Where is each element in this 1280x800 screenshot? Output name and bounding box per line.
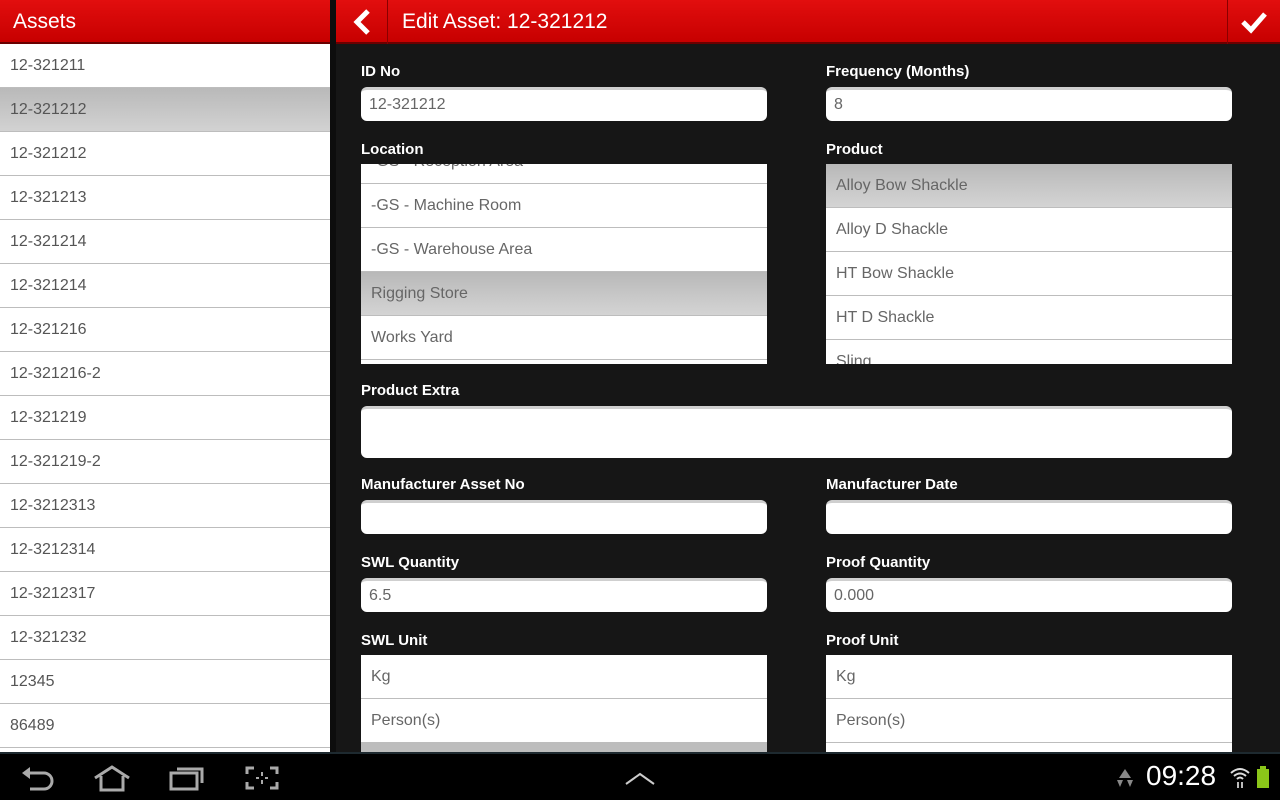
- screenshot-icon[interactable]: [242, 762, 282, 794]
- asset-list-item[interactable]: 12-321232: [0, 616, 330, 660]
- frequency-input[interactable]: 8: [826, 87, 1232, 121]
- battery-icon: [1257, 766, 1269, 788]
- frequency-label: Frequency (Months): [826, 63, 970, 80]
- asset-list-item[interactable]: 86489: [0, 704, 330, 748]
- product-extra-label: Product Extra: [361, 382, 460, 399]
- asset-list-item[interactable]: 12345: [0, 660, 330, 704]
- asset-list-item[interactable]: 12-3212314: [0, 528, 330, 572]
- swl-unit-list[interactable]: Kg Person(s): [361, 655, 767, 752]
- asset-list-item[interactable]: 12-3212313: [0, 484, 330, 528]
- swl-quantity-label: SWL Quantity: [361, 554, 460, 571]
- location-option[interactable]: Works Yard: [361, 316, 767, 360]
- save-button[interactable]: [1227, 0, 1280, 44]
- id-no-label: ID No: [361, 63, 401, 80]
- chevron-left-icon: [352, 9, 370, 35]
- product-list[interactable]: Alloy Bow Shackle Alloy D Shackle HT Bow S…: [826, 164, 1232, 364]
- proof-unit-option[interactable]: Person(s): [826, 699, 1232, 743]
- location-option[interactable]: -GS - Machine Room: [361, 184, 767, 228]
- proof-unit-option[interactable]: Kg: [826, 655, 1232, 699]
- assets-title: Assets: [0, 0, 330, 44]
- product-option[interactable]: Alloy D Shackle: [826, 208, 1232, 252]
- manufacturer-date-label: Manufacturer Date: [826, 476, 958, 493]
- swl-unit-label: SWL Unit: [361, 632, 428, 649]
- clock: 09:28: [1146, 760, 1217, 791]
- edit-header: Edit Asset: 12-321212: [336, 0, 1280, 44]
- assets-panel: Assets 12-321211 12-321212 12-321212 12-321…: [0, 0, 330, 752]
- wifi-icon: [1229, 766, 1251, 795]
- location-option[interactable]: -GS - Reception Area: [361, 164, 767, 184]
- asset-list-item[interactable]: 12-321219-2: [0, 440, 330, 484]
- proof-quantity-label: Proof Quantity: [826, 554, 931, 571]
- recycle-icon: [1114, 768, 1136, 793]
- asset-list-item[interactable]: 12-321216-2: [0, 352, 330, 396]
- asset-list-item[interactable]: 12-321214: [0, 220, 330, 264]
- swl-unit-option[interactable]: [361, 743, 767, 752]
- manufacturer-date-input[interactable]: [826, 500, 1232, 534]
- product-option[interactable]: Alloy Bow Shackle: [826, 164, 1232, 208]
- asset-list-item[interactable]: 12-321211: [0, 44, 330, 88]
- asset-list[interactable]: 12-321211 12-321212 12-321212 12-321213 12-3…: [0, 44, 330, 748]
- location-option[interactable]: Rigging Store: [361, 272, 767, 316]
- recent-apps-icon[interactable]: [167, 762, 207, 794]
- product-option[interactable]: Sling: [826, 340, 1232, 364]
- edit-asset-form: ID No 12-321212 Frequency (Months) 8 Loc…: [336, 44, 1280, 752]
- swl-unit-option[interactable]: Kg: [361, 655, 767, 699]
- checkmark-icon: [1241, 12, 1267, 34]
- asset-list-item[interactable]: 12-321214: [0, 264, 330, 308]
- product-label: Product: [826, 141, 883, 158]
- asset-list-item[interactable]: 12-3212317: [0, 572, 330, 616]
- asset-list-item[interactable]: 12-321212: [0, 132, 330, 176]
- chevron-up-icon[interactable]: [620, 762, 660, 794]
- location-option[interactable]: -GS - Warehouse Area: [361, 228, 767, 272]
- proof-unit-option[interactable]: [826, 743, 1232, 752]
- asset-list-item[interactable]: 12-321219: [0, 396, 330, 440]
- location-label: Location: [361, 141, 424, 158]
- page-title: Edit Asset: 12-321212: [402, 10, 608, 33]
- asset-list-item[interactable]: 12-321212: [0, 88, 330, 132]
- back-icon[interactable]: [18, 762, 58, 794]
- manufacturer-asset-no-label: Manufacturer Asset No: [361, 476, 525, 493]
- product-option[interactable]: HT D Shackle: [826, 296, 1232, 340]
- swl-quantity-input[interactable]: 6.5: [361, 578, 767, 612]
- proof-unit-label: Proof Unit: [826, 632, 899, 649]
- asset-list-item[interactable]: 12-321216: [0, 308, 330, 352]
- id-no-input[interactable]: 12-321212: [361, 87, 767, 121]
- asset-list-item[interactable]: 12-321213: [0, 176, 330, 220]
- product-option[interactable]: HT Bow Shackle: [826, 252, 1232, 296]
- system-navigation-bar: 09:28: [0, 752, 1280, 800]
- location-list[interactable]: -GS - Reception Area-GS - Machine Room-G…: [361, 164, 767, 364]
- proof-unit-list[interactable]: Kg Person(s): [826, 655, 1232, 752]
- swl-unit-option[interactable]: Person(s): [361, 699, 767, 743]
- back-button[interactable]: [336, 0, 388, 44]
- manufacturer-asset-no-input[interactable]: [361, 500, 767, 534]
- home-icon[interactable]: [92, 762, 132, 794]
- product-extra-input[interactable]: [361, 406, 1232, 458]
- proof-quantity-input[interactable]: 0.000: [826, 578, 1232, 612]
